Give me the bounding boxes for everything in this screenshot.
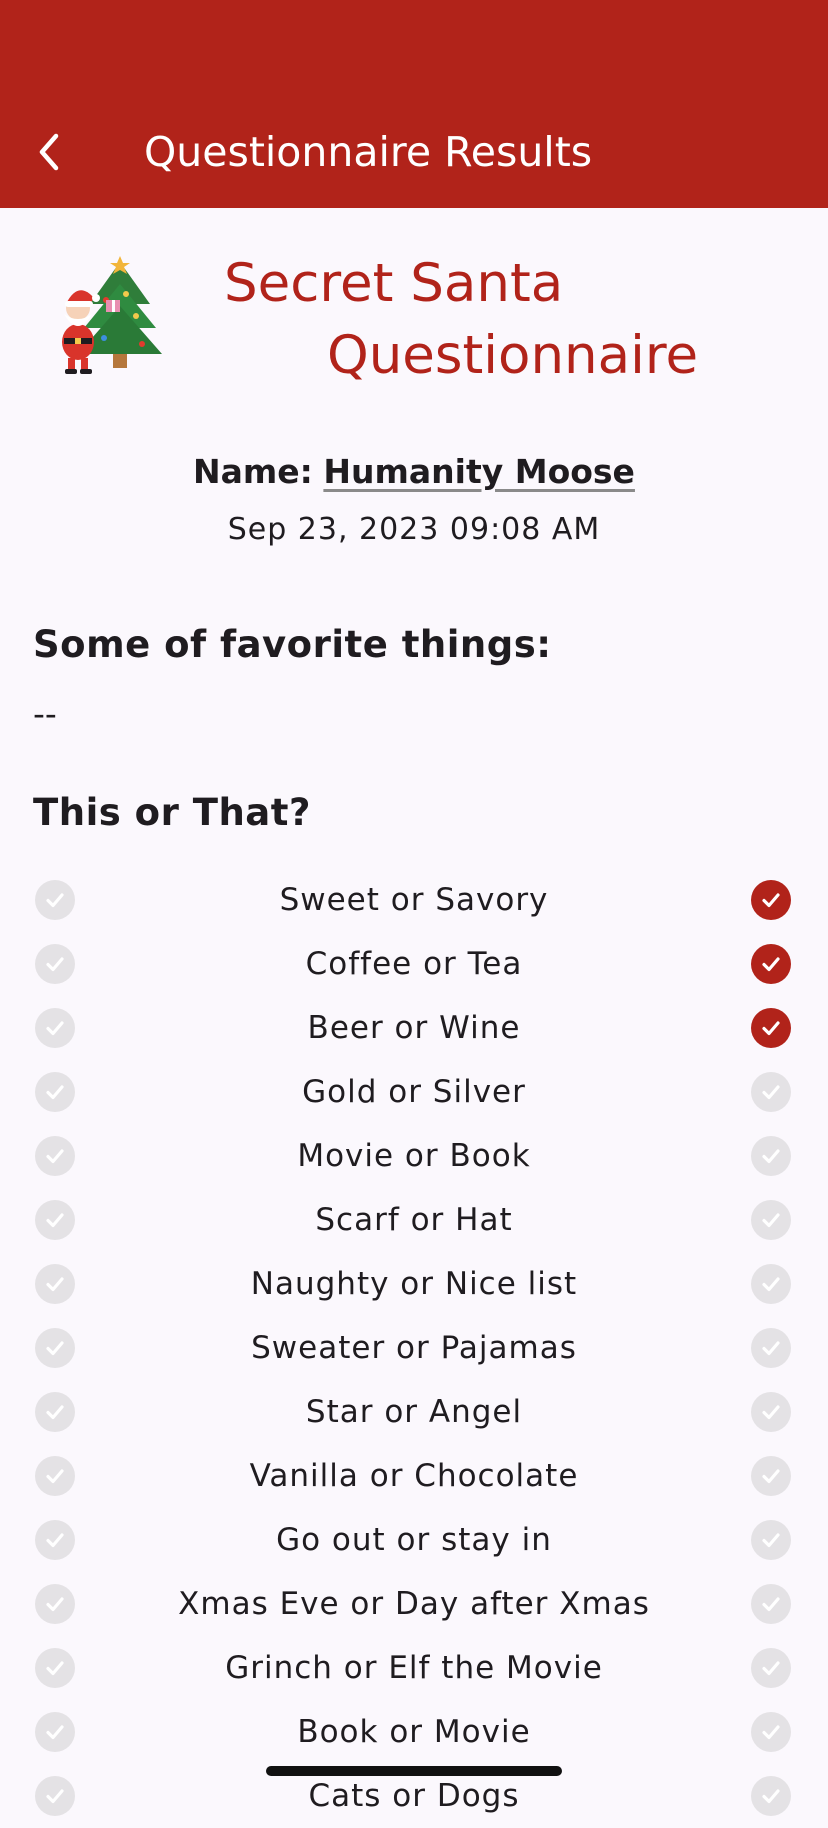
left-choice-check-icon[interactable] bbox=[35, 1072, 75, 1112]
option-row: Gold or Silver bbox=[0, 1060, 828, 1124]
questionnaire-title-line2: Questionnaire bbox=[327, 325, 699, 386]
name-label: Name: bbox=[193, 452, 313, 491]
option-row: Coffee or Tea bbox=[0, 932, 828, 996]
option-label: Star or Angel bbox=[305, 1394, 523, 1430]
option-row: Xmas Eve or Day after Xmas bbox=[0, 1572, 828, 1636]
right-choice-check-icon[interactable] bbox=[751, 1328, 791, 1368]
option-row: Grinch or Elf the Movie bbox=[0, 1636, 828, 1700]
this-or-that-list: Sweet or Savory Coffee or Tea Beer or Wine… bbox=[0, 868, 828, 1828]
right-choice-check-icon[interactable] bbox=[751, 1584, 791, 1624]
submission-date: Sep 23, 2023 09:08 AM bbox=[227, 512, 601, 547]
questionnaire-title-line1: Secret Santa bbox=[224, 253, 564, 314]
option-row: Scarf or Hat bbox=[0, 1188, 828, 1252]
right-choice-check-icon[interactable] bbox=[751, 1200, 791, 1240]
option-row: Naughty or Nice list bbox=[0, 1252, 828, 1316]
option-label: Book or Movie bbox=[297, 1714, 531, 1750]
left-choice-check-icon[interactable] bbox=[35, 1136, 75, 1176]
option-label: Naughty or Nice list bbox=[250, 1266, 578, 1302]
left-choice-check-icon[interactable] bbox=[35, 1776, 75, 1816]
option-label: Beer or Wine bbox=[307, 1010, 521, 1046]
favorites-heading: Some of favorite things: bbox=[33, 623, 552, 666]
right-choice-check-icon[interactable] bbox=[751, 1072, 791, 1112]
right-choice-check-icon[interactable] bbox=[751, 1456, 791, 1496]
favorites-value: -- bbox=[33, 694, 57, 733]
option-label: Grinch or Elf the Movie bbox=[225, 1650, 603, 1686]
left-choice-check-icon[interactable] bbox=[35, 1200, 75, 1240]
option-row: Movie or Book bbox=[0, 1124, 828, 1188]
option-row: Book or Movie bbox=[0, 1700, 828, 1764]
option-row: Sweet or Savory bbox=[0, 868, 828, 932]
left-choice-check-icon[interactable] bbox=[35, 1392, 75, 1432]
option-label: Xmas Eve or Day after Xmas bbox=[178, 1586, 650, 1622]
back-button[interactable] bbox=[22, 124, 78, 180]
home-indicator bbox=[266, 1766, 562, 1776]
right-choice-check-icon[interactable] bbox=[751, 944, 791, 984]
option-row: Go out or stay in bbox=[0, 1508, 828, 1572]
left-choice-check-icon[interactable] bbox=[35, 944, 75, 984]
option-row: Star or Angel bbox=[0, 1380, 828, 1444]
page-title: Questionnaire Results bbox=[144, 128, 593, 176]
this-or-that-heading: This or That? bbox=[33, 791, 311, 834]
app-bar: Questionnaire Results bbox=[0, 0, 828, 208]
left-choice-check-icon[interactable] bbox=[35, 1264, 75, 1304]
questionnaire-title: Secret Santa Questionnaire bbox=[0, 250, 828, 390]
name-link[interactable]: Humanity Moose bbox=[323, 452, 635, 491]
left-choice-check-icon[interactable] bbox=[35, 1456, 75, 1496]
option-label: Coffee or Tea bbox=[305, 946, 523, 982]
option-label: Movie or Book bbox=[297, 1138, 531, 1174]
option-row: Beer or Wine bbox=[0, 996, 828, 1060]
option-row: Vanilla or Chocolate bbox=[0, 1444, 828, 1508]
right-choice-check-icon[interactable] bbox=[751, 1264, 791, 1304]
option-row: Sweater or Pajamas bbox=[0, 1316, 828, 1380]
left-choice-check-icon[interactable] bbox=[35, 1328, 75, 1368]
name-row: Name: Humanity Moose bbox=[0, 448, 828, 496]
left-choice-check-icon[interactable] bbox=[35, 1712, 75, 1752]
left-choice-check-icon[interactable] bbox=[35, 1648, 75, 1688]
right-choice-check-icon[interactable] bbox=[751, 1136, 791, 1176]
option-label: Sweater or Pajamas bbox=[251, 1330, 577, 1366]
right-choice-check-icon[interactable] bbox=[751, 1008, 791, 1048]
right-choice-check-icon[interactable] bbox=[751, 1392, 791, 1432]
right-choice-check-icon[interactable] bbox=[751, 1648, 791, 1688]
right-choice-check-icon[interactable] bbox=[751, 1712, 791, 1752]
left-choice-check-icon[interactable] bbox=[35, 880, 75, 920]
chevron-left-icon bbox=[39, 133, 59, 171]
right-choice-check-icon[interactable] bbox=[751, 1520, 791, 1560]
left-choice-check-icon[interactable] bbox=[35, 1584, 75, 1624]
right-choice-check-icon[interactable] bbox=[751, 880, 791, 920]
option-label: Gold or Silver bbox=[302, 1074, 526, 1110]
left-choice-check-icon[interactable] bbox=[35, 1008, 75, 1048]
option-label: Sweet or Savory bbox=[279, 882, 549, 918]
option-label: Scarf or Hat bbox=[315, 1202, 513, 1238]
option-label: Go out or stay in bbox=[276, 1522, 552, 1558]
right-choice-check-icon[interactable] bbox=[751, 1776, 791, 1816]
option-label: Vanilla or Chocolate bbox=[249, 1458, 579, 1494]
left-choice-check-icon[interactable] bbox=[35, 1520, 75, 1560]
